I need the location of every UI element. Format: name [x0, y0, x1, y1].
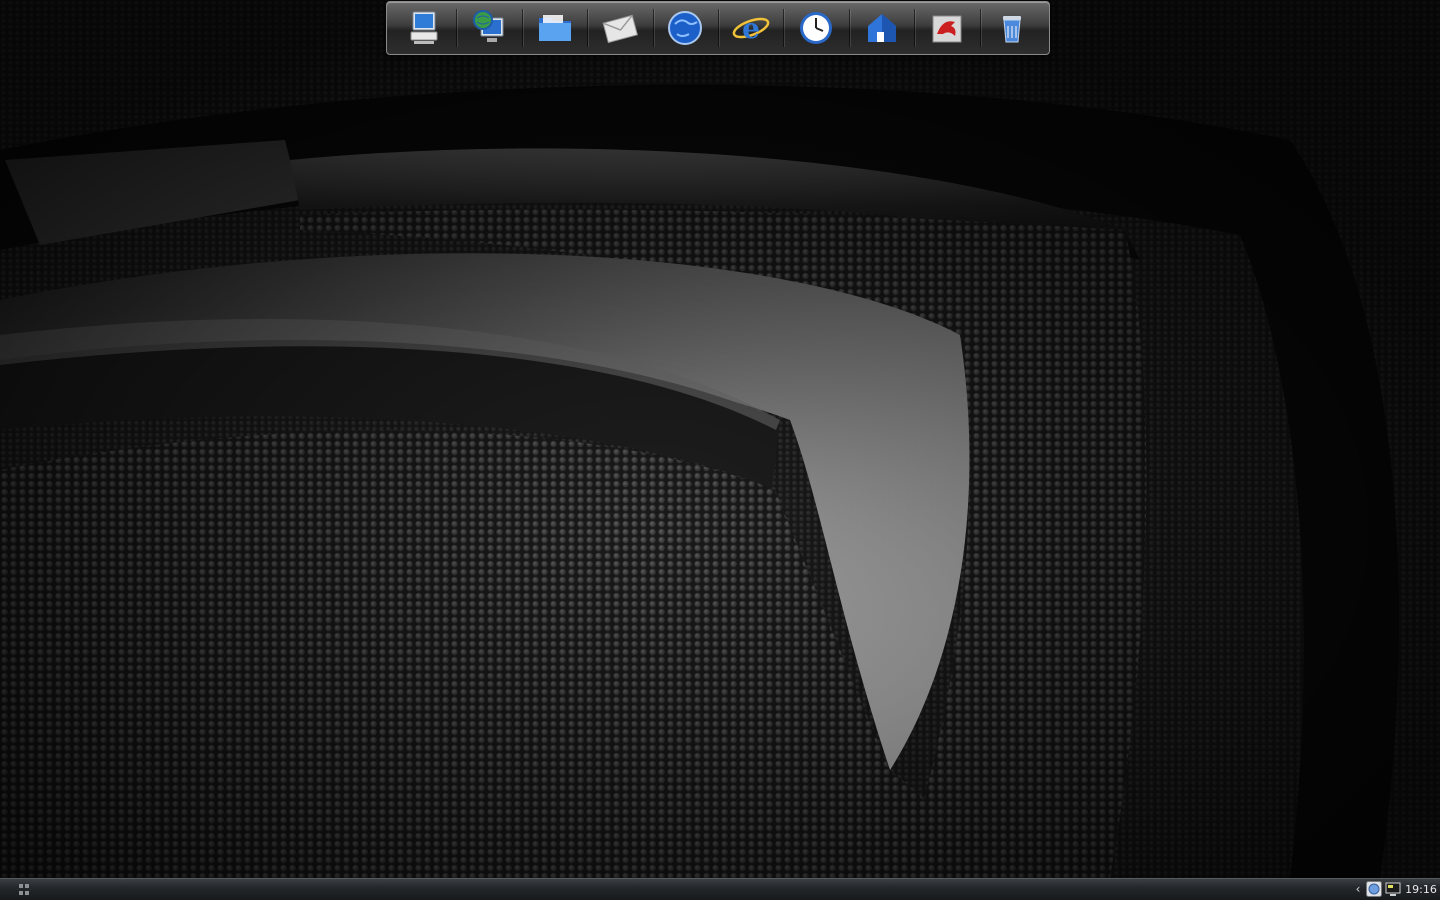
ie-e-icon: e [732, 12, 770, 45]
globe-icon [668, 11, 703, 45]
dock-item-my-computer[interactable] [391, 3, 456, 53]
desktop[interactable]: e [0, 0, 1440, 878]
network-globe-icon [473, 10, 504, 42]
display-tray-icon[interactable] [1385, 881, 1401, 897]
start-grid-icon [25, 884, 29, 888]
clock-icon [800, 12, 833, 44]
dock-item-web-browser[interactable] [652, 3, 718, 53]
dock-item-clock[interactable] [783, 3, 848, 53]
dock-item-mail[interactable] [587, 3, 652, 53]
home-icon [867, 14, 896, 42]
dock-item-dragon-app[interactable] [914, 3, 979, 53]
dock-item-network[interactable] [456, 3, 521, 53]
start-grid-icon [19, 891, 23, 895]
dock: e [386, 1, 1050, 55]
network-tray-icon[interactable] [1366, 881, 1382, 897]
computer-icon [410, 11, 438, 44]
start-menu-button[interactable] [19, 884, 31, 896]
folder-icon [538, 15, 571, 41]
envelope-icon [602, 14, 638, 44]
start-grid-icon [25, 891, 29, 895]
taskbar: ‹ 19:16 [0, 878, 1440, 900]
trash-icon [1003, 16, 1022, 43]
dock-item-folder[interactable] [521, 3, 587, 53]
dragon-icon [932, 15, 962, 43]
dock-item-recycle-bin[interactable] [979, 3, 1045, 53]
start-grid-icon [19, 884, 23, 888]
taskbar-clock[interactable]: 19:16 [1404, 881, 1438, 899]
dock-item-internet-explorer[interactable]: e [718, 3, 783, 53]
dock-item-home[interactable] [848, 3, 914, 53]
svg-text:e: e [742, 12, 760, 45]
tray-expand-button[interactable]: ‹ [1353, 881, 1363, 897]
wallpaper-background [0, 0, 1440, 878]
